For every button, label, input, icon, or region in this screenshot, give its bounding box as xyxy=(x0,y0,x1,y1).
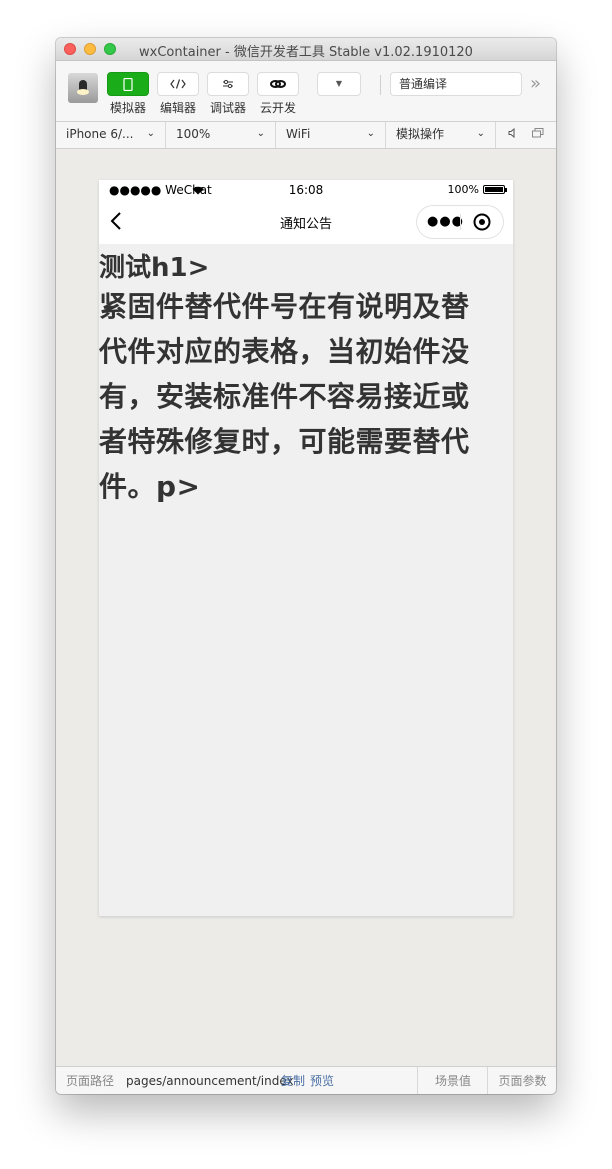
copy-link[interactable]: 复制 xyxy=(281,1067,305,1094)
capsule-divider xyxy=(460,214,461,230)
content-heading: 测试h1> xyxy=(99,253,210,283)
network-select[interactable]: WiFi ⌄ xyxy=(276,122,386,148)
footer-status-bar: 页面路径 pages/announcement/index 复制 预览 场景值 … xyxy=(56,1066,556,1094)
chevron-down-icon: ⌄ xyxy=(256,128,265,139)
close-target-icon[interactable] xyxy=(473,213,491,231)
title-bar: wxContainer - 微信开发者工具 Stable v1.02.19101… xyxy=(56,38,556,61)
device-select-value: iPhone 6/... xyxy=(66,127,134,141)
mini-program-capsule: ●●● xyxy=(417,206,503,238)
chevron-down-icon: ⌄ xyxy=(146,128,155,139)
simulator-button[interactable]: 模拟器 xyxy=(108,73,148,116)
path-value: pages/announcement/index xyxy=(126,1074,294,1088)
editor-button[interactable]: 编辑器 xyxy=(158,73,198,116)
simulator-label: 模拟器 xyxy=(109,101,146,115)
device-select[interactable]: iPhone 6/... ⌄ xyxy=(56,122,166,148)
cloud-dev-button[interactable]: 云开发 xyxy=(258,73,298,116)
chevron-down-icon: ⌄ xyxy=(366,128,375,139)
speaker-icon[interactable] xyxy=(508,122,517,148)
phone-icon xyxy=(108,73,148,95)
content-paragraph: 紧固件替代件号在有说明及替代件对应的表格，当初始件没有，安装标准件不容易接近或者… xyxy=(99,290,470,503)
operation-select[interactable]: 模拟操作 ⌄ xyxy=(386,122,496,148)
device-bar: iPhone 6/... ⌄ 100% ⌄ WiFi ⌄ 模拟操作 ⌄ xyxy=(56,122,556,149)
more-chevron-icon[interactable]: » xyxy=(530,73,541,95)
battery-percent: 100% xyxy=(447,183,479,196)
zoom-select-value: 100% xyxy=(176,127,211,141)
page-params-button[interactable]: 页面参数 xyxy=(487,1067,556,1094)
code-icon xyxy=(158,73,198,95)
network-select-value: WiFi xyxy=(286,127,311,141)
lamp-glow xyxy=(77,89,89,95)
compile-mode-select[interactable]: 普通编译 xyxy=(391,73,521,95)
toolbar-divider xyxy=(380,75,381,95)
editor-label: 编辑器 xyxy=(159,101,196,115)
window-icon[interactable] xyxy=(532,122,544,148)
page-content: 测试h1> 紧固件替代件号在有说明及替代件对应的表格，当初始件没有，安装标准件不… xyxy=(99,252,497,509)
path-label: 页面路径 xyxy=(66,1074,115,1088)
preview-link[interactable]: 预览 xyxy=(310,1067,334,1094)
devtools-window: wxContainer - 微信开发者工具 Stable v1.02.19101… xyxy=(56,38,556,1094)
mode-dropdown[interactable]: ▼ xyxy=(318,73,360,95)
sliders-icon xyxy=(208,73,248,95)
debugger-button[interactable]: 调试器 xyxy=(208,73,248,116)
cloud-dev-label: 云开发 xyxy=(259,101,296,115)
main-toolbar: 模拟器 编辑器 调试器 云开发 ▼ 普通编译 » xyxy=(56,61,556,122)
chevron-down-icon: ⌄ xyxy=(476,128,485,139)
battery-icon xyxy=(483,185,505,194)
phone-nav-bar: 通知公告 ●●● xyxy=(99,200,513,244)
operation-select-value: 模拟操作 xyxy=(396,127,445,141)
caret-down-icon: ▼ xyxy=(335,79,343,88)
window-title: wxContainer - 微信开发者工具 Stable v1.02.19101… xyxy=(139,45,473,60)
avatar[interactable] xyxy=(68,73,98,103)
battery-tip xyxy=(505,188,507,192)
debugger-label: 调试器 xyxy=(209,101,246,115)
zoom-select[interactable]: 100% ⌄ xyxy=(166,122,276,148)
cloud-link-icon xyxy=(258,73,298,95)
phone-status-bar: ●●●●● WeChat 16:08 100% xyxy=(99,180,513,200)
phone-simulator: ●●●●● WeChat 16:08 100% 通知公告 ●●● 测试h1> 紧… xyxy=(99,180,513,916)
scene-value-button[interactable]: 场景值 xyxy=(417,1067,488,1094)
more-dots-icon[interactable]: ●●● xyxy=(427,215,464,229)
